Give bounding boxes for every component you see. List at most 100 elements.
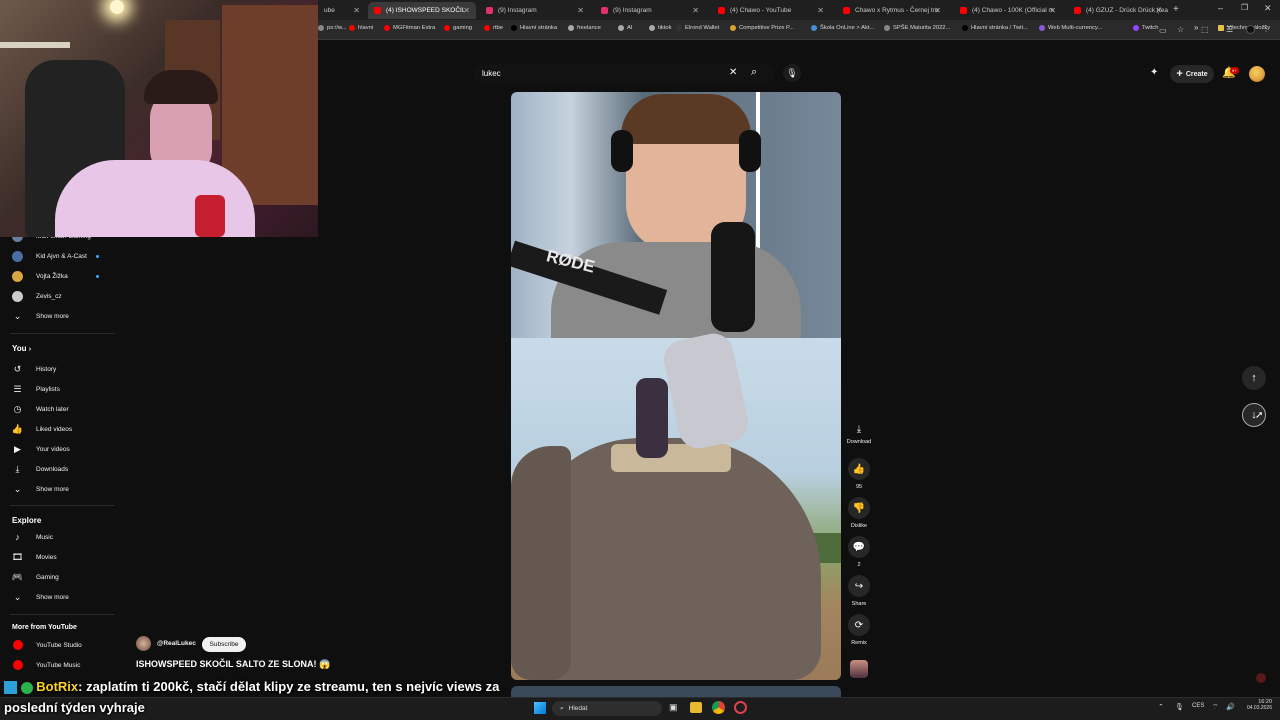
close-tab-icon[interactable]: ✕	[463, 6, 470, 15]
comments-action[interactable]: 💬 2	[845, 536, 873, 568]
sidebar-item[interactable]: Kid Ajvn & A-Cast	[0, 247, 118, 265]
search-icon[interactable]: ⌕	[751, 66, 757, 79]
task-view-icon[interactable]: ▣	[669, 702, 678, 713]
bookmark-item[interactable]: MGFitman Extra	[384, 25, 435, 31]
sidebar-item[interactable]: YouTube Studio	[0, 636, 118, 654]
bookmarks-overflow-button[interactable]: »	[1194, 23, 1198, 32]
sidebar-item[interactable]: ☰ Playlists	[0, 380, 118, 398]
bookmark-item[interactable]: Competitive Prize P...	[730, 25, 794, 31]
sidebar-item[interactable]: ◷ Watch later	[0, 400, 118, 418]
youtube-logo-icon	[12, 640, 23, 650]
sidebar-item[interactable]: ⤓ Downloads	[0, 460, 118, 478]
close-window-icon[interactable]: ✕	[1264, 3, 1272, 14]
bookmark-item[interactable]: hlavni	[349, 25, 373, 31]
show-more-you[interactable]: ⌄ Show more	[0, 480, 118, 498]
bookmark-item[interactable]: gaming	[444, 25, 472, 31]
sidebar-item[interactable]: Vojta Žižka	[0, 267, 118, 285]
cast-icon[interactable]: ▭	[1159, 26, 1167, 35]
minimize-icon[interactable]: –	[1218, 3, 1223, 13]
channel-name[interactable]: @RealLukec	[157, 640, 196, 647]
clear-search-icon[interactable]: ✕	[729, 67, 737, 78]
language-indicator[interactable]: CES	[1192, 703, 1204, 709]
close-tab-icon[interactable]: ✕	[353, 6, 360, 15]
bookmark-item[interactable]: AI	[618, 25, 632, 31]
bookmark-item[interactable]: Hlavní stránka / Twit...	[962, 25, 1028, 31]
maximize-icon[interactable]: ❐	[1241, 3, 1248, 12]
browser-tab[interactable]: Chawo x Rytmus - Černej tro ✕	[837, 2, 947, 19]
elephant-head	[511, 446, 571, 680]
microphone-tray-icon[interactable]: 🎙	[1175, 703, 1184, 711]
you-heading[interactable]: You ›	[12, 344, 31, 353]
bookmark-item[interactable]: ps://w...	[318, 25, 347, 31]
remix-action[interactable]: ⟳ Remix	[845, 614, 873, 646]
show-more-label: Show more	[36, 485, 69, 493]
close-tab-icon[interactable]: ✕	[1049, 6, 1056, 15]
previous-short-button[interactable]: ↑	[1242, 366, 1266, 390]
bookmark-item[interactable]: freelance	[568, 25, 601, 31]
browser-menu-icon[interactable]: ⋮	[1262, 24, 1270, 33]
search-input[interactable]: lukec	[482, 69, 501, 78]
browser-tab[interactable]: (4) GZUZ - Drück Drück (feat ✕	[1068, 2, 1168, 19]
account-avatar[interactable]	[1249, 66, 1265, 82]
sidebar-item[interactable]: 🎞 Movies	[0, 548, 118, 566]
share-action[interactable]: ↪ Share	[845, 575, 873, 607]
like-action[interactable]: 👍 95	[845, 458, 873, 490]
bookmark-item[interactable]: Škola OnLine > Akt...	[811, 25, 874, 31]
sidebar-item[interactable]: Zevis_cz	[0, 287, 118, 305]
bookmark-item[interactable]: rtbe	[484, 25, 503, 31]
short-video-player[interactable]: RØDE	[511, 92, 841, 680]
verified-icon	[20, 681, 33, 694]
sidebar-item[interactable]: 👍 Liked videos	[0, 420, 118, 438]
taskbar-search[interactable]: ⌕ Hledat	[552, 701, 662, 716]
sidebar-item[interactable]: YouTube Music	[0, 656, 118, 674]
tray-overflow-icon[interactable]: ⌃	[1158, 703, 1164, 711]
clock[interactable]: 16:20 04.03.2026	[1238, 699, 1272, 711]
close-tab-icon[interactable]: ✕	[817, 6, 824, 15]
bookmark-label: gaming	[453, 25, 473, 31]
browser-tab[interactable]: ube ✕	[318, 2, 366, 19]
channel-info[interactable]: @RealLukec	[136, 636, 196, 651]
sidebar-item[interactable]: ▶ Your videos	[0, 440, 118, 458]
subscribe-button[interactable]: Subscribe	[202, 637, 246, 652]
show-more-subscriptions[interactable]: ⌄ Show more	[0, 307, 118, 325]
sidebar-item[interactable]: 🎮 Gaming	[0, 568, 118, 586]
browser-tab[interactable]: (4) Chawo - 100K (Official m ✕	[954, 2, 1062, 19]
close-tab-icon[interactable]: ✕	[934, 6, 941, 15]
sound-thumbnail[interactable]	[850, 660, 868, 678]
browser-tab[interactable]: (9) Instagram ✕	[480, 2, 590, 19]
bookmark-item[interactable]: tiktok	[649, 25, 672, 31]
volume-icon[interactable]: 🔊	[1226, 703, 1235, 711]
close-tab-icon[interactable]: ✕	[577, 6, 584, 15]
close-tab-icon[interactable]: ✕	[692, 6, 699, 15]
close-tab-icon[interactable]: ✕	[1155, 6, 1162, 15]
extensions-icon[interactable]: ⬚	[1201, 25, 1209, 34]
show-more-explore[interactable]: ⌄ Show more	[0, 588, 118, 606]
browser-tab[interactable]: (9) Instagram ✕	[595, 2, 705, 19]
bookmark-item[interactable]: Hlavní stránka	[511, 25, 557, 31]
search-box[interactable]: lukec ✕ ⌕	[474, 63, 774, 85]
browser-tab[interactable]: (4) ISHOWSPEED SKOČIL ✕	[368, 2, 476, 19]
bookmark-item[interactable]: Twitch	[1133, 25, 1158, 31]
bookmark-item[interactable]: Web Multi-currency...	[1039, 25, 1102, 31]
profile-avatar[interactable]	[1246, 25, 1255, 34]
comment-count: 2	[857, 562, 861, 568]
wifi-icon[interactable]: ⌔	[1212, 703, 1219, 712]
sidebar-item[interactable]: ♪ Music	[0, 528, 118, 546]
app-icon[interactable]	[734, 701, 747, 714]
cast-icon[interactable]: ✦	[1150, 67, 1158, 78]
channel-avatar[interactable]	[136, 636, 151, 651]
browser-tab[interactable]: (4) Chawo - YouTube ✕	[712, 2, 830, 19]
sidebar: MGFitman GamingKid Ajvn & A-CastVojta Ži…	[0, 230, 118, 720]
bookmark-item[interactable]: Elrond Wallet	[676, 25, 719, 31]
file-explorer-icon[interactable]	[690, 702, 702, 713]
new-tab-button[interactable]: +	[1173, 4, 1179, 15]
sidepanel-icon[interactable]: ☰	[1226, 25, 1233, 34]
create-button[interactable]: + Create	[1170, 65, 1214, 83]
dislike-action[interactable]: 👎 Dislike	[845, 497, 873, 529]
chrome-icon[interactable]	[712, 701, 725, 714]
download-action[interactable]: ⤓ Download	[845, 424, 873, 445]
sidebar-item[interactable]: ↺ History	[0, 360, 118, 378]
bookmark-star-icon[interactable]: ☆	[1177, 25, 1184, 34]
voice-search-icon[interactable]: 🎙	[783, 64, 801, 82]
bookmark-item[interactable]: SPŠE Maturita 2022...	[884, 25, 950, 31]
